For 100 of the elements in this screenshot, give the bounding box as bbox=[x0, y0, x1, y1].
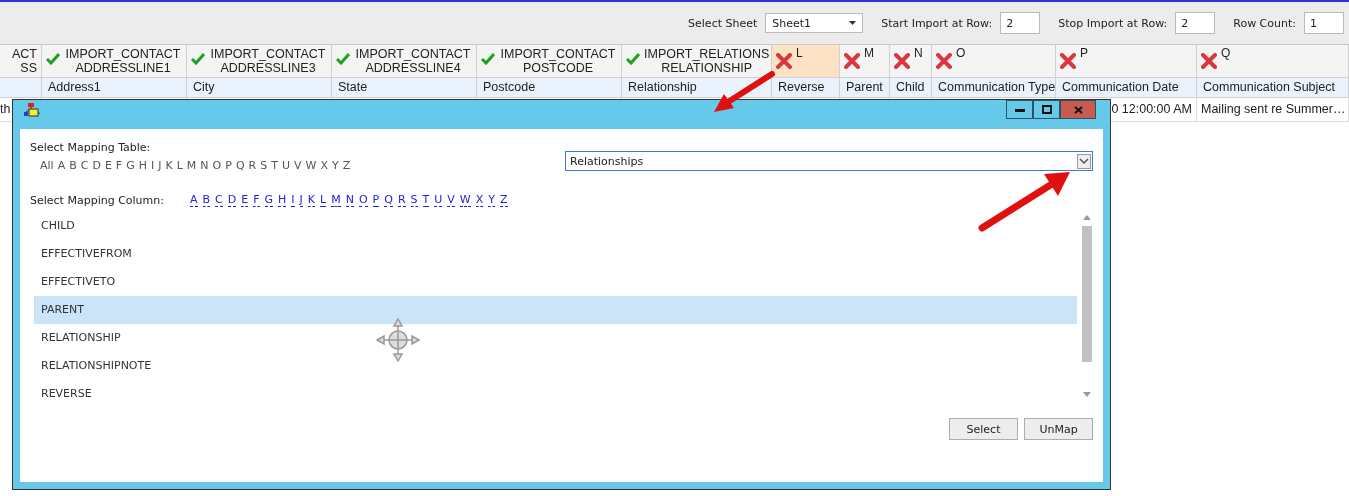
column-header[interactable]: ACT SS bbox=[0, 45, 42, 78]
letter-filter[interactable]: I bbox=[151, 159, 155, 172]
list-item[interactable]: RELATIONSHIP bbox=[34, 324, 1077, 352]
column-header[interactable]: P bbox=[1056, 45, 1197, 78]
column-header[interactable]: IMPORT_CONTACT ADDRESSLINE3 bbox=[187, 45, 332, 78]
letter-link[interactable]: V bbox=[447, 194, 455, 207]
field-label: Start Import at Row: bbox=[881, 16, 993, 30]
maximize-button[interactable] bbox=[1033, 100, 1060, 119]
minimize-icon bbox=[1014, 107, 1025, 112]
input-field[interactable]: 2 bbox=[1175, 12, 1216, 34]
input-field[interactable]: 1 bbox=[1304, 12, 1344, 34]
letter-filter[interactable]: J bbox=[158, 159, 162, 172]
letter-link[interactable]: U bbox=[434, 194, 443, 207]
list-item[interactable]: EFFECTIVEFROM bbox=[34, 240, 1077, 268]
letter-link[interactable]: R bbox=[397, 194, 406, 207]
field-label: Select Sheet bbox=[688, 16, 758, 30]
letter-link[interactable]: Z bbox=[500, 194, 508, 207]
list-item[interactable]: CHILD bbox=[34, 212, 1077, 240]
letter-link[interactable]: T bbox=[422, 194, 430, 207]
letter-filter[interactable]: C bbox=[80, 159, 89, 172]
column-header[interactable]: L bbox=[772, 45, 840, 78]
letter-link[interactable]: E bbox=[241, 194, 249, 207]
letter-filter[interactable]: D bbox=[92, 159, 101, 172]
field-name-cell: City bbox=[187, 78, 332, 98]
field-name-cell: Parent bbox=[840, 78, 890, 98]
list-item[interactable]: PARENT bbox=[34, 296, 1077, 324]
field-label: Stop Import at Row: bbox=[1058, 16, 1168, 30]
column-header[interactable]: Q bbox=[1197, 45, 1349, 78]
letter-filter[interactable]: S bbox=[260, 159, 268, 172]
letter-link[interactable]: O bbox=[358, 194, 368, 207]
letter-link[interactable]: K bbox=[307, 194, 316, 207]
table-label: Select Mapping Table: bbox=[30, 141, 152, 154]
letter-link[interactable]: P bbox=[372, 194, 380, 207]
field-name-cell: State bbox=[332, 78, 477, 98]
letter-link[interactable]: N bbox=[345, 194, 354, 207]
letter-link[interactable]: X bbox=[475, 194, 484, 207]
maximize-icon bbox=[1041, 105, 1052, 114]
letter-link[interactable]: H bbox=[278, 194, 287, 207]
letter-filter[interactable]: A bbox=[57, 159, 66, 172]
letter-link[interactable]: W bbox=[459, 194, 471, 207]
column-header[interactable]: M bbox=[840, 45, 890, 78]
sheet-dropdown[interactable]: Sheet1 bbox=[765, 13, 864, 33]
letter-filter[interactable]: O bbox=[212, 159, 222, 172]
letter-filter[interactable]: L bbox=[176, 159, 183, 172]
column-header[interactable]: N bbox=[890, 45, 932, 78]
list-item[interactable]: REVERSE bbox=[34, 380, 1077, 408]
letter-link[interactable]: J bbox=[299, 194, 303, 207]
letter-link[interactable]: D bbox=[227, 194, 237, 207]
letter-filter[interactable]: H bbox=[138, 159, 147, 172]
dialog-button[interactable]: Select bbox=[949, 418, 1018, 440]
letter-filter[interactable]: E bbox=[104, 159, 112, 172]
input-field[interactable]: 2 bbox=[1000, 12, 1041, 34]
dialog-button[interactable]: UnMap bbox=[1024, 418, 1093, 440]
column-header[interactable]: IMPORT_CONTACT ADDRESSLINE4 bbox=[332, 45, 477, 78]
letter-link[interactable]: C bbox=[215, 194, 223, 207]
letter-filter[interactable]: G bbox=[126, 159, 135, 172]
column-header[interactable]: IMPORT_CONTACT POSTCODE bbox=[477, 45, 622, 78]
field-name-cell: Child bbox=[890, 78, 932, 98]
letter-filter[interactable]: V bbox=[294, 159, 302, 172]
field-name-cell: Relationship bbox=[622, 78, 772, 98]
letter-filter[interactable]: T bbox=[271, 159, 278, 172]
letter-link[interactable]: A bbox=[189, 194, 198, 207]
field-name-cell: Address1 bbox=[42, 78, 187, 98]
list-item[interactable]: RELATIONSHIPNOTE bbox=[34, 352, 1077, 380]
field-label: Row Count: bbox=[1233, 16, 1296, 30]
letter-filter[interactable]: M bbox=[186, 159, 197, 172]
minimize-button[interactable] bbox=[1006, 100, 1033, 119]
letter-link[interactable]: G bbox=[264, 194, 274, 207]
letter-filter[interactable]: K bbox=[165, 159, 173, 172]
table-cell: Mailing sent re Summer… bbox=[1197, 98, 1349, 122]
letter-filter[interactable]: F bbox=[115, 159, 123, 172]
letter-filter[interactable]: Q bbox=[235, 159, 245, 172]
list-item[interactable]: EFFECTIVETO bbox=[34, 268, 1077, 296]
letter-filter[interactable]: W bbox=[305, 159, 317, 172]
letter-link[interactable]: I bbox=[291, 194, 295, 207]
letter-link[interactable]: B bbox=[202, 194, 211, 207]
letter-link[interactable]: F bbox=[253, 194, 260, 207]
move-cursor-icon bbox=[376, 318, 420, 362]
close-button[interactable] bbox=[1060, 100, 1096, 119]
table-dropdown[interactable]: Relationships bbox=[565, 151, 1093, 171]
column-header[interactable]: IMPORT_RELATIONS RELATIONSHIP bbox=[622, 45, 772, 78]
letter-link[interactable]: L bbox=[320, 194, 327, 207]
letter-filter[interactable]: Y bbox=[331, 159, 339, 172]
letter-filter[interactable]: B bbox=[69, 159, 77, 172]
column-header[interactable]: IMPORT_CONTACT ADDRESSLINE1 bbox=[42, 45, 187, 78]
letter-link[interactable]: Q bbox=[384, 194, 393, 207]
letter-filter[interactable]: R bbox=[248, 159, 257, 172]
field-name-cell: Communication Type bbox=[932, 78, 1056, 98]
column-header[interactable]: O bbox=[932, 45, 1056, 78]
letter-filter[interactable]: All bbox=[40, 159, 54, 172]
letter-filter[interactable]: P bbox=[225, 159, 232, 172]
letter-filter[interactable]: N bbox=[200, 159, 209, 172]
letter-link[interactable]: S bbox=[410, 194, 418, 207]
letter-filter[interactable]: X bbox=[320, 159, 328, 172]
pointer-arrow bbox=[712, 70, 776, 114]
field-name-cell: Reverse bbox=[772, 78, 840, 98]
letter-link[interactable]: Y bbox=[488, 194, 496, 207]
letter-filter[interactable]: Z bbox=[342, 159, 351, 172]
letter-link[interactable]: M bbox=[331, 194, 341, 207]
letter-filter[interactable]: U bbox=[281, 159, 290, 172]
